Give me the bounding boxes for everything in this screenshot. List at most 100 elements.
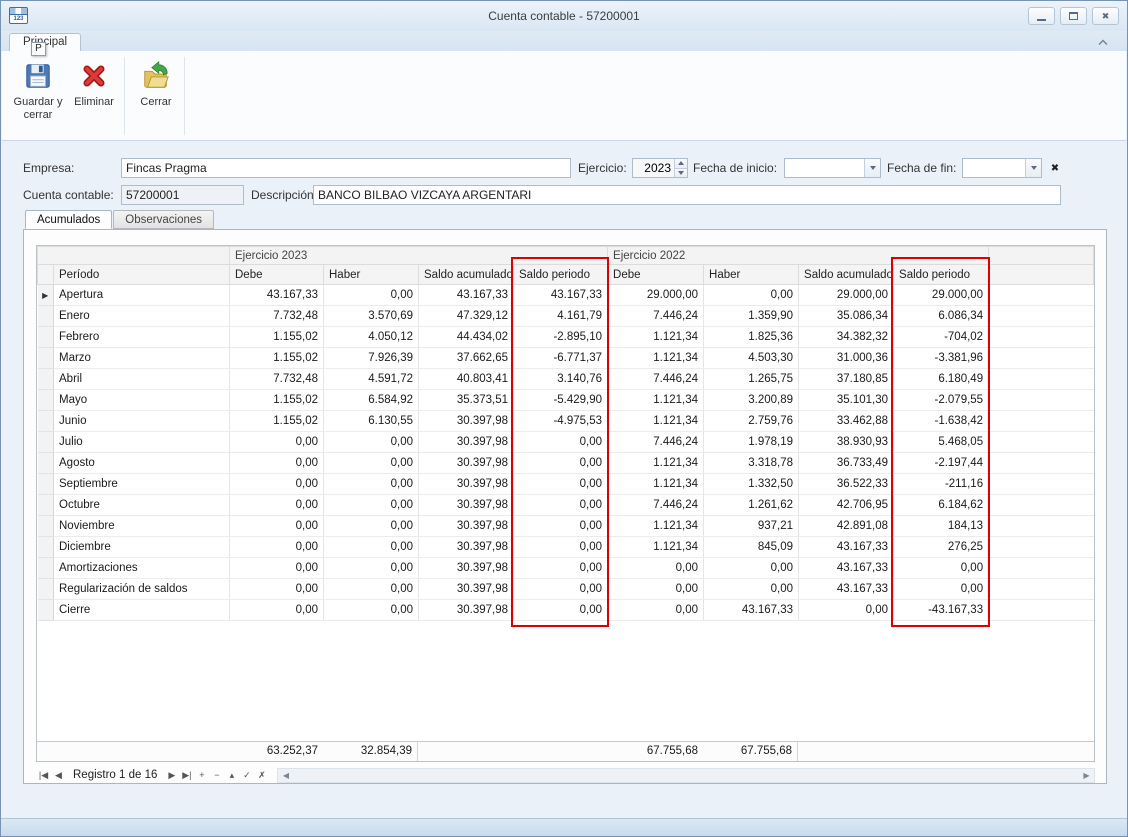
table-row[interactable]: Regularización de saldos0,000,0030.397,9… — [38, 579, 1094, 600]
grid-cell[interactable]: 6.130,55 — [324, 411, 419, 432]
grid-cell[interactable]: Junio — [54, 411, 230, 432]
grid-cell[interactable]: 29.000,00 — [799, 285, 894, 306]
table-row[interactable]: Julio0,000,0030.397,980,007.446,241.978,… — [38, 432, 1094, 453]
grid-cell[interactable]: 0,00 — [324, 453, 419, 474]
table-row[interactable]: Febrero1.155,024.050,1244.434,02-2.895,1… — [38, 327, 1094, 348]
grid-cell[interactable]: 937,21 — [704, 516, 799, 537]
grid-cell[interactable]: 7.446,24 — [608, 306, 704, 327]
grid-cell[interactable]: Marzo — [54, 348, 230, 369]
grid-cell[interactable]: Febrero — [54, 327, 230, 348]
last-record-button[interactable]: ▶| — [179, 767, 194, 783]
table-row[interactable]: Septiembre0,000,0030.397,980,001.121,341… — [38, 474, 1094, 495]
grid-cell[interactable]: 6.086,34 — [894, 306, 989, 327]
grid-cell[interactable]: 30.397,98 — [419, 516, 514, 537]
grid-cell[interactable]: 1.121,34 — [608, 348, 704, 369]
grid-cell[interactable]: Julio — [54, 432, 230, 453]
grid-cell[interactable]: -4.975,53 — [514, 411, 608, 432]
grid-cell[interactable]: 5.468,05 — [894, 432, 989, 453]
table-row[interactable]: Mayo1.155,026.584,9235.373,51-5.429,901.… — [38, 390, 1094, 411]
grid-cell[interactable]: 0,00 — [230, 474, 324, 495]
grid-cell[interactable]: 3.140,76 — [514, 369, 608, 390]
grid-cell[interactable]: Regularización de saldos — [54, 579, 230, 600]
grid-cell[interactable]: 1.155,02 — [230, 327, 324, 348]
grid-cell[interactable]: 1.121,34 — [608, 474, 704, 495]
column-header[interactable]: Saldo periodo — [894, 265, 989, 285]
grid-cell[interactable]: Noviembre — [54, 516, 230, 537]
grid-cell[interactable]: 29.000,00 — [894, 285, 989, 306]
grid-cell[interactable]: -2.079,55 — [894, 390, 989, 411]
grid-cell[interactable]: 38.930,93 — [799, 432, 894, 453]
grid-cell[interactable]: 0,00 — [514, 537, 608, 558]
grid-cell[interactable]: 7.732,48 — [230, 306, 324, 327]
grid-cell[interactable]: -2.895,10 — [514, 327, 608, 348]
grid-cell[interactable]: 1.261,62 — [704, 495, 799, 516]
table-row[interactable]: Octubre0,000,0030.397,980,007.446,241.26… — [38, 495, 1094, 516]
grid-cell[interactable]: 0,00 — [514, 453, 608, 474]
grid-cell[interactable]: 1.121,34 — [608, 537, 704, 558]
grid-cell[interactable]: Mayo — [54, 390, 230, 411]
column-header[interactable]: Haber — [704, 265, 799, 285]
grid-cell[interactable]: 0,00 — [324, 285, 419, 306]
grid-cell[interactable]: 3.570,69 — [324, 306, 419, 327]
fecha-fin-value[interactable] — [963, 159, 1025, 177]
grid-cell[interactable]: 43.167,33 — [230, 285, 324, 306]
grid-cell[interactable]: 30.397,98 — [419, 537, 514, 558]
grid-cell[interactable]: -704,02 — [894, 327, 989, 348]
delete-record-button[interactable]: − — [209, 767, 224, 783]
grid-cell[interactable]: Cierre — [54, 600, 230, 621]
grid-cell[interactable]: 2.759,76 — [704, 411, 799, 432]
fecha-fin-input[interactable] — [962, 158, 1042, 178]
grid-cell[interactable]: 1.121,34 — [608, 390, 704, 411]
grid-cell[interactable]: 43.167,33 — [799, 558, 894, 579]
grid-cell[interactable]: 7.926,39 — [324, 348, 419, 369]
grid-cell[interactable]: Amortizaciones — [54, 558, 230, 579]
grid-cell[interactable]: 30.397,98 — [419, 453, 514, 474]
grid-cell[interactable]: 0,00 — [324, 495, 419, 516]
grid-cell[interactable]: 1.265,75 — [704, 369, 799, 390]
grid-cell[interactable]: 0,00 — [608, 558, 704, 579]
grid-cell[interactable]: 3.318,78 — [704, 453, 799, 474]
maximize-button[interactable] — [1060, 7, 1087, 25]
grid-cell[interactable]: 29.000,00 — [608, 285, 704, 306]
grid-cell[interactable]: 0,00 — [230, 516, 324, 537]
grid-cell[interactable]: 0,00 — [230, 579, 324, 600]
grid-cell[interactable]: 4.503,30 — [704, 348, 799, 369]
table-row[interactable]: Junio1.155,026.130,5530.397,98-4.975,531… — [38, 411, 1094, 432]
descripcion-input[interactable] — [313, 185, 1061, 205]
ejercicio-input[interactable] — [632, 158, 688, 178]
grid-cell[interactable]: 30.397,98 — [419, 495, 514, 516]
table-row[interactable]: Noviembre0,000,0030.397,980,001.121,3493… — [38, 516, 1094, 537]
grid-cell[interactable]: 0,00 — [230, 432, 324, 453]
grid-cell[interactable]: 1.978,19 — [704, 432, 799, 453]
grid-cell[interactable]: Agosto — [54, 453, 230, 474]
grid-cell[interactable]: 0,00 — [704, 579, 799, 600]
grid-cell[interactable]: 0,00 — [894, 558, 989, 579]
grid-cell[interactable]: 845,09 — [704, 537, 799, 558]
grid-cell[interactable]: 36.522,33 — [799, 474, 894, 495]
grid-cell[interactable]: 1.121,34 — [608, 327, 704, 348]
grid-cell[interactable]: 3.200,89 — [704, 390, 799, 411]
grid-cell[interactable]: 1.155,02 — [230, 411, 324, 432]
grid-cell[interactable]: 0,00 — [514, 600, 608, 621]
grid-cell[interactable]: -211,16 — [894, 474, 989, 495]
table-row[interactable]: Diciembre0,000,0030.397,980,001.121,3484… — [38, 537, 1094, 558]
scroll-right-button[interactable]: ▶ — [1079, 769, 1094, 782]
grid-cell[interactable]: 30.397,98 — [419, 558, 514, 579]
grid-cell[interactable]: 43.167,33 — [799, 579, 894, 600]
grid-cell[interactable]: 37.180,85 — [799, 369, 894, 390]
grid-cell[interactable]: Apertura — [54, 285, 230, 306]
grid-cell[interactable]: 47.329,12 — [419, 306, 514, 327]
grid-cell[interactable]: 43.167,33 — [799, 537, 894, 558]
table-row[interactable]: Enero7.732,483.570,6947.329,124.161,797.… — [38, 306, 1094, 327]
grid-cell[interactable]: 0,00 — [230, 453, 324, 474]
grid-cell[interactable]: 7.446,24 — [608, 369, 704, 390]
grid-cell[interactable]: 0,00 — [704, 285, 799, 306]
spin-down-button[interactable] — [675, 168, 687, 178]
grid-cell[interactable]: 0,00 — [514, 432, 608, 453]
grid-cell[interactable]: 0,00 — [230, 558, 324, 579]
grid-cell[interactable]: 0,00 — [514, 474, 608, 495]
grid-cell[interactable]: 0,00 — [230, 495, 324, 516]
grid-cell[interactable]: 35.101,30 — [799, 390, 894, 411]
grid-cell[interactable]: Septiembre — [54, 474, 230, 495]
table-row[interactable]: Amortizaciones0,000,0030.397,980,000,000… — [38, 558, 1094, 579]
